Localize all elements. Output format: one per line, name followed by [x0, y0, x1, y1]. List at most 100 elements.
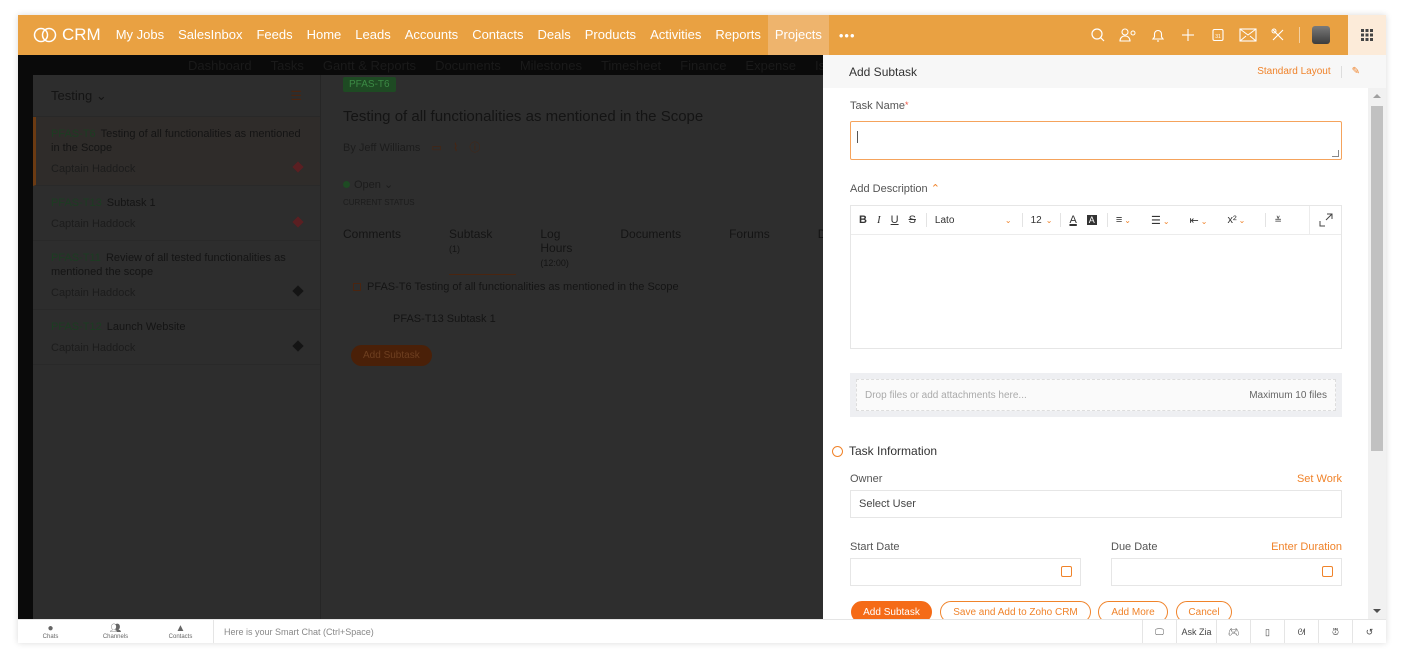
- tab-documents: Documents: [620, 227, 682, 241]
- screen-share-icon[interactable]: 🖵︎: [1142, 620, 1176, 643]
- description-editor: B I U S Lato⌄ 12⌄ A A ≡⌄ ☰⌄ ⇤⌄ x²⌄: [850, 205, 1342, 349]
- list-item: PFAS-T11 Review of all tested functionali…: [33, 241, 320, 310]
- bottom-tools: 🖵︎ Ask Zia 🎮︎ ▯ ᘛ ⏰︎ ↺: [1142, 620, 1386, 643]
- align-button[interactable]: ≡ ⌄: [1116, 214, 1141, 226]
- nav-leads[interactable]: Leads: [348, 15, 397, 55]
- task-name-input[interactable]: [850, 121, 1342, 160]
- font-family-select[interactable]: Lato: [935, 215, 993, 226]
- highlight-color-button[interactable]: A: [1086, 215, 1097, 225]
- task-id: PFAS-T6: [51, 128, 96, 140]
- subtask-parent-row: PFAS-T6 Testing of all functionalities a…: [353, 281, 679, 293]
- history-icon[interactable]: ↺: [1352, 620, 1386, 643]
- nav-more-button[interactable]: •••: [829, 28, 866, 43]
- calendar-icon: [1061, 566, 1072, 577]
- zia-icon[interactable]: ᘛ: [1284, 620, 1318, 643]
- panel-header: Add Subtask Standard Layout ✎: [823, 55, 1386, 88]
- font-size-select[interactable]: 12: [1031, 215, 1042, 226]
- crm-logo[interactable]: CRM: [33, 25, 101, 45]
- collapse-circle-icon: [832, 445, 843, 457]
- nav-accounts[interactable]: Accounts: [398, 15, 465, 55]
- nav-activities[interactable]: Activities: [643, 15, 708, 55]
- nav-my-jobs[interactable]: My Jobs: [109, 15, 171, 55]
- editor-toolbar: B I U S Lato⌄ 12⌄ A A ≡⌄ ☰⌄ ⇤⌄ x²⌄: [851, 206, 1341, 235]
- divider: [1340, 65, 1342, 78]
- task-id: PFAS-T11: [51, 252, 101, 264]
- scroll-up-icon: [1373, 94, 1381, 98]
- expand-icon[interactable]: [1309, 206, 1341, 234]
- edit-pencil-icon[interactable]: ✎: [1352, 66, 1360, 77]
- due-date-input[interactable]: [1111, 558, 1342, 586]
- task-information-section[interactable]: Task Information: [832, 444, 937, 458]
- chevron-down-icon: ⌄: [95, 87, 107, 103]
- search-icon[interactable]: [1083, 15, 1113, 55]
- status-label: CURRENT STATUS: [343, 198, 415, 207]
- app-grid-icon[interactable]: [1348, 15, 1386, 55]
- avatar[interactable]: [1312, 26, 1330, 44]
- task-owner: Captain Haddock: [51, 342, 136, 354]
- tab-tasks: Tasks: [270, 57, 304, 73]
- mail-icon[interactable]: [1233, 15, 1263, 55]
- gamepad-icon[interactable]: 🎮︎: [1216, 620, 1250, 643]
- status-badge: Open ⌄: [343, 178, 393, 191]
- strikethrough-button[interactable]: S: [909, 214, 916, 226]
- more-tools-icon[interactable]: ≚: [1274, 215, 1282, 226]
- background-overlay[interactable]: Dashboard Tasks Gantt & Reports Document…: [18, 55, 823, 619]
- add-description-label[interactable]: Add Description ⌃: [850, 182, 940, 195]
- tools-icon[interactable]: [1263, 15, 1293, 55]
- chevron-down-icon: ⌄: [1004, 215, 1012, 225]
- standard-layout-link[interactable]: Standard Layout: [1257, 66, 1330, 77]
- owner-select[interactable]: Select User: [850, 490, 1342, 518]
- chats-button[interactable]: ● Chats: [18, 620, 83, 644]
- tab-comments: Comments: [343, 227, 402, 241]
- nav-deals[interactable]: Deals: [531, 15, 578, 55]
- tab-dashboard: Dashboard: [188, 57, 252, 73]
- task-owner: Captain Haddock: [51, 163, 136, 175]
- scrollbar[interactable]: [1368, 88, 1386, 619]
- calendar-icon[interactable]: 31: [1203, 15, 1233, 55]
- chevron-up-icon: ⌃: [930, 183, 940, 195]
- add-subtask-panel: Add Subtask Standard Layout ✎ Task Name*…: [823, 55, 1386, 623]
- nav-reports[interactable]: Reports: [708, 15, 768, 55]
- smart-chat-input[interactable]: Here is your Smart Chat (Ctrl+Space): [213, 619, 374, 643]
- resize-handle[interactable]: [1332, 150, 1339, 157]
- ask-zia-button[interactable]: Ask Zia: [1176, 620, 1216, 643]
- list-button[interactable]: ☰ ⌄: [1151, 214, 1180, 227]
- superscript-button[interactable]: x² ⌄: [1227, 214, 1255, 226]
- notes-icon[interactable]: ▯: [1250, 620, 1284, 643]
- nav-contacts[interactable]: Contacts: [465, 15, 530, 55]
- info-icon: ⓘ: [469, 142, 481, 154]
- user-status-icon[interactable]: [1113, 15, 1143, 55]
- nav-feeds[interactable]: Feeds: [249, 15, 299, 55]
- italic-button[interactable]: I: [877, 214, 881, 226]
- alarm-icon[interactable]: ⏰︎: [1318, 620, 1352, 643]
- scroll-down-icon: [1373, 609, 1381, 613]
- nav-projects[interactable]: Projects: [767, 15, 829, 55]
- task-badge: PFAS-T6: [343, 77, 396, 92]
- list-item: PFAS-T6 Testing of all functionalities as…: [33, 117, 320, 186]
- start-date-label: Start Date: [850, 541, 900, 553]
- start-date-input[interactable]: [850, 558, 1081, 586]
- nav-home[interactable]: Home: [300, 15, 349, 55]
- nav-salesinbox[interactable]: SalesInbox: [171, 15, 249, 55]
- text-color-button[interactable]: A: [1069, 214, 1076, 226]
- set-work-link[interactable]: Set Work: [1297, 473, 1342, 485]
- task-title: Launch Website: [106, 321, 186, 333]
- due-date-label: Due Date: [1111, 541, 1158, 553]
- contacts-button[interactable]: ▲ Contacts: [148, 620, 213, 644]
- plus-icon[interactable]: [1173, 15, 1203, 55]
- bell-icon[interactable]: [1143, 15, 1173, 55]
- attachment-dropzone[interactable]: Drop files or add attachments here... Ma…: [850, 373, 1342, 417]
- subtask-row: PFAS-T13 Subtask 1: [393, 313, 496, 325]
- indent-button[interactable]: ⇤ ⌄: [1190, 214, 1218, 227]
- underline-button[interactable]: U: [891, 214, 899, 226]
- calendar-icon: [1322, 566, 1333, 577]
- enter-duration-link[interactable]: Enter Duration: [1271, 541, 1342, 553]
- bold-button[interactable]: B: [859, 214, 867, 226]
- scroll-thumb: [1371, 106, 1383, 451]
- nav-icons: 31: [1083, 15, 1336, 55]
- task-id: PFAS-T13: [51, 197, 102, 209]
- nav-products[interactable]: Products: [578, 15, 643, 55]
- task-id: PFAS-T12: [51, 321, 102, 333]
- channels-button[interactable]: 👥︎ Channels: [83, 620, 148, 644]
- task-title: Subtask 1: [106, 197, 156, 209]
